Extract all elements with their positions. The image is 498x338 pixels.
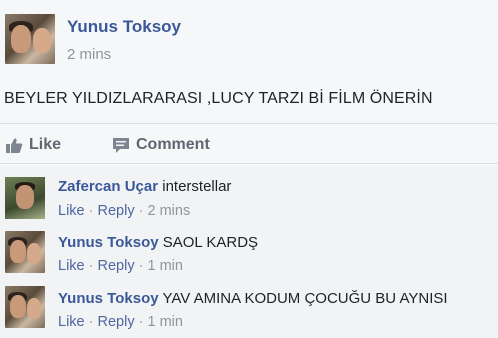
- separator: ·: [88, 203, 94, 219]
- comment-reply-link[interactable]: Reply: [98, 314, 135, 330]
- thumbs-up-icon: [5, 137, 23, 154]
- comment-body: Yunus Toksoy SAOL KARDŞ: [58, 234, 258, 251]
- speech-bubble-icon: [112, 137, 130, 154]
- comment-meta: Like · Reply · 1 min: [58, 258, 183, 274]
- comment-timestamp[interactable]: 2 mins: [148, 203, 191, 219]
- comment-button[interactable]: Comment: [112, 136, 210, 154]
- divider: [0, 123, 498, 124]
- separator: ·: [138, 203, 144, 219]
- like-button[interactable]: Like: [5, 136, 61, 154]
- comment-reply-link[interactable]: Reply: [98, 203, 135, 219]
- comment-text: SAOL KARDŞ: [162, 234, 259, 251]
- comment-body: Yunus Toksoy YAV AMINA KODUM ÇOCUĞU BU A…: [58, 290, 448, 307]
- separator: ·: [88, 314, 94, 330]
- comment-timestamp[interactable]: 1 min: [148, 258, 183, 274]
- divider: [0, 163, 498, 164]
- like-label: Like: [29, 136, 62, 153]
- comment-author-avatar[interactable]: [5, 177, 45, 219]
- separator: ·: [138, 258, 144, 274]
- post-author-avatar[interactable]: [5, 14, 55, 64]
- comment-reply-link[interactable]: Reply: [98, 258, 135, 274]
- separator: ·: [88, 258, 94, 274]
- comment-timestamp[interactable]: 1 min: [148, 314, 183, 330]
- comment-author-avatar[interactable]: [5, 286, 45, 328]
- comment-text: interstellar: [162, 178, 232, 195]
- comment-meta: Like · Reply · 1 min: [58, 314, 183, 330]
- comment-like-link[interactable]: Like: [58, 258, 85, 274]
- comment-body: Zafercan Uçar interstellar: [58, 178, 231, 195]
- comment-label: Comment: [136, 136, 210, 153]
- post-author-name[interactable]: Yunus Toksoy: [67, 17, 181, 37]
- comment-text: YAV AMINA KODUM ÇOCUĞU BU AYNISI: [162, 290, 448, 307]
- separator: ·: [138, 314, 144, 330]
- comment-meta: Like · Reply · 2 mins: [58, 203, 190, 219]
- facebook-post: Yunus Toksoy 2 mins BEYLER YILDIZLARARAS…: [0, 0, 498, 338]
- comment-author-name[interactable]: Zafercan Uçar: [58, 178, 158, 195]
- comments-section: Zafercan Uçar interstellar Like · Reply …: [0, 166, 498, 338]
- comment-author-name[interactable]: Yunus Toksoy: [58, 290, 159, 307]
- comment-like-link[interactable]: Like: [58, 203, 85, 219]
- comment-like-link[interactable]: Like: [58, 314, 85, 330]
- post-timestamp[interactable]: 2 mins: [67, 46, 111, 63]
- comment-author-name[interactable]: Yunus Toksoy: [58, 234, 159, 251]
- comment-author-avatar[interactable]: [5, 231, 45, 273]
- post-text: BEYLER YILDIZLARARASI ,LUCY TARZI Bİ FİL…: [4, 90, 433, 107]
